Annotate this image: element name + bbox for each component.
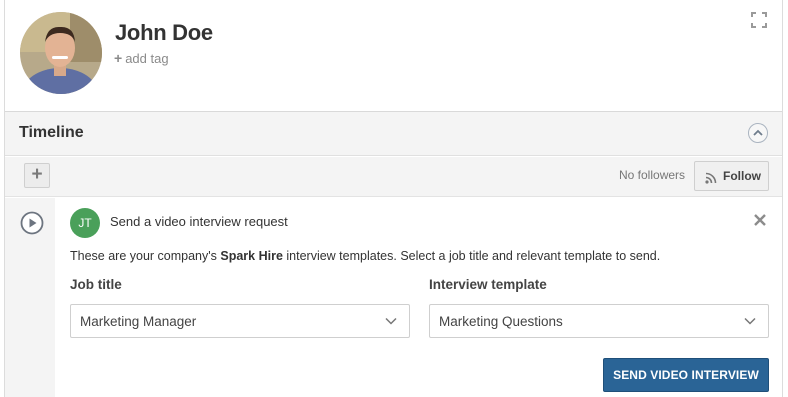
description-text-end: interview templates. Select a job title … (282, 249, 661, 263)
job-title-value: Marketing Manager (80, 314, 197, 329)
interview-template-value: Marketing Questions (439, 314, 563, 329)
followers-count: No followers (619, 168, 686, 182)
add-tag-label: add tag (125, 51, 169, 66)
timeline-title: Timeline (19, 124, 84, 141)
user-initials-avatar: JT (70, 208, 100, 238)
profile-header: John Doe + add tag (5, 0, 782, 112)
collapse-button[interactable] (748, 123, 768, 143)
add-activity-button[interactable]: + (24, 163, 50, 188)
follow-label: Follow (723, 169, 761, 183)
timeline-header: Timeline (5, 112, 782, 156)
chevron-down-icon (744, 317, 756, 325)
plus-icon: + (114, 50, 123, 66)
chevron-down-icon (385, 317, 397, 325)
avatar-photo (20, 12, 102, 94)
close-icon[interactable] (753, 213, 767, 227)
avatar (20, 12, 102, 94)
send-video-interview-button[interactable]: SEND VIDEO INTERVIEW (603, 358, 769, 392)
timeline-toolbar: + No followers Follow (5, 157, 782, 197)
interview-template-label: Interview template (429, 277, 547, 292)
activity-rail (5, 198, 55, 397)
follow-button[interactable]: Follow (694, 161, 769, 191)
description-text: These are your company's (70, 249, 221, 263)
templates-description: These are your company's Spark Hire inte… (70, 249, 660, 263)
brand-name: Spark Hire (220, 249, 283, 263)
contact-panel: John Doe + add tag Timeline + No follower… (4, 0, 783, 397)
expand-icon[interactable] (751, 12, 767, 28)
activity-title: Send a video interview request (110, 214, 288, 229)
chevron-up-icon (753, 129, 763, 136)
rss-icon (705, 172, 717, 184)
video-interview-request: JT Send a video interview request These … (55, 198, 782, 397)
interview-template-select[interactable]: Marketing Questions (429, 304, 769, 338)
contact-name: John Doe (115, 20, 213, 45)
job-title-label: Job title (70, 277, 122, 292)
play-circle-icon[interactable] (20, 211, 44, 235)
job-title-select[interactable]: Marketing Manager (70, 304, 410, 338)
add-tag-link[interactable]: + add tag (114, 50, 169, 66)
